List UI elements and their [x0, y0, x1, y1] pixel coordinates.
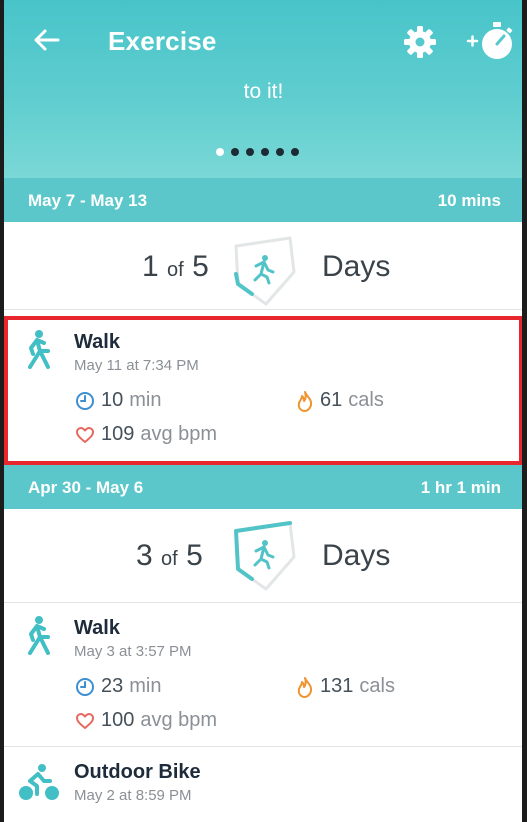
activity-item[interactable]: Outdoor Bike May 2 at 8:59 PM [0, 747, 527, 822]
flame-icon [297, 390, 313, 412]
walk-icon [28, 330, 50, 369]
heart-icon [76, 426, 94, 443]
days-label: Days [322, 539, 391, 572]
header: Exercise to it! [0, 0, 527, 178]
heart-rate-stat: 109 avg bpm [75, 423, 217, 446]
page-indicator-dot[interactable] [231, 148, 239, 156]
duration-stat: 10 min [75, 389, 161, 412]
of-label: of [161, 548, 178, 570]
page-indicator-dot[interactable] [246, 148, 254, 156]
bpm-unit: avg bpm [140, 709, 218, 731]
calories-unit: cals [359, 675, 395, 697]
page-title: Exercise [108, 26, 217, 56]
activity-name: Walk [74, 617, 120, 639]
settings-button[interactable] [402, 24, 438, 60]
calories-stat: 131 cals [296, 675, 395, 698]
week-range: May 7 - May 13 [28, 191, 148, 210]
activity-name: Walk [74, 331, 120, 353]
add-exercise-timer-button[interactable] [464, 20, 516, 62]
page-indicator-dot[interactable] [216, 148, 224, 156]
walk-icon [28, 616, 50, 655]
week-range: Apr 30 - May 6 [28, 478, 144, 497]
activity-timestamp: May 3 at 3:57 PM [74, 643, 192, 660]
calories-stat: 61 cals [296, 389, 384, 412]
duration-unit: min [129, 675, 162, 697]
of-label: of [167, 259, 184, 281]
duration-stat: 23 min [75, 675, 161, 698]
activity-timestamp: May 11 at 7:34 PM [74, 357, 199, 374]
week-goal-summary[interactable]: 1 of 5 Days [0, 222, 527, 310]
goal-progress-text: 3 of 5 [136, 539, 203, 573]
days-label: Days [322, 250, 391, 283]
flame-icon [297, 676, 313, 698]
week-header: Apr 30 - May 6 1 hr 1 min [0, 465, 527, 509]
page-indicator-dot[interactable] [291, 148, 299, 156]
duration-value: 23 [101, 675, 124, 697]
heart-icon [76, 712, 94, 729]
clock-icon [76, 677, 94, 696]
gear-icon [404, 26, 436, 58]
goal-progress-text: 1 of 5 [142, 250, 209, 284]
bpm-value: 100 [101, 709, 135, 731]
arrow-left-icon [34, 29, 60, 51]
bike-icon [19, 764, 59, 800]
exercise-screen: Exercise to it! May 7 - May 13 10 mins 1… [0, 0, 527, 822]
activity-timestamp: May 2 at 8:59 PM [74, 787, 192, 804]
duration-value: 10 [101, 389, 124, 411]
page-indicator-dot[interactable] [276, 148, 284, 156]
exercise-goal-badge-icon [234, 236, 296, 306]
calories-unit: cals [348, 389, 384, 411]
activity-name: Outdoor Bike [74, 761, 201, 783]
activity-item[interactable]: Walk May 3 at 3:57 PM 23 min 131 cals 10… [0, 603, 527, 747]
week-total-time: 10 mins [437, 191, 501, 210]
week-total-time: 1 hr 1 min [420, 478, 501, 497]
days-goal: 5 [186, 539, 203, 572]
activity-item[interactable]: Walk May 11 at 7:34 PM 10 min 61 cals 10… [0, 317, 527, 465]
heart-rate-stat: 100 avg bpm [75, 709, 217, 732]
days-goal: 5 [192, 250, 209, 283]
calories-value: 61 [320, 389, 343, 411]
calories-value: 131 [320, 675, 354, 697]
week-goal-summary[interactable]: 3 of 5 Days [0, 509, 527, 603]
bpm-value: 109 [101, 423, 135, 445]
page-indicator-dot[interactable] [261, 148, 269, 156]
back-button[interactable] [28, 22, 64, 58]
motivation-text: to it! [243, 80, 284, 103]
page-indicator [216, 148, 299, 156]
days-completed: 3 [136, 539, 153, 572]
clock-icon [76, 391, 94, 410]
duration-unit: min [129, 389, 162, 411]
days-completed: 1 [142, 250, 159, 283]
bpm-unit: avg bpm [140, 423, 218, 445]
exercise-goal-badge-icon [234, 521, 296, 591]
stopwatch-plus-icon [466, 22, 513, 59]
week-header: May 7 - May 13 10 mins [0, 178, 527, 222]
